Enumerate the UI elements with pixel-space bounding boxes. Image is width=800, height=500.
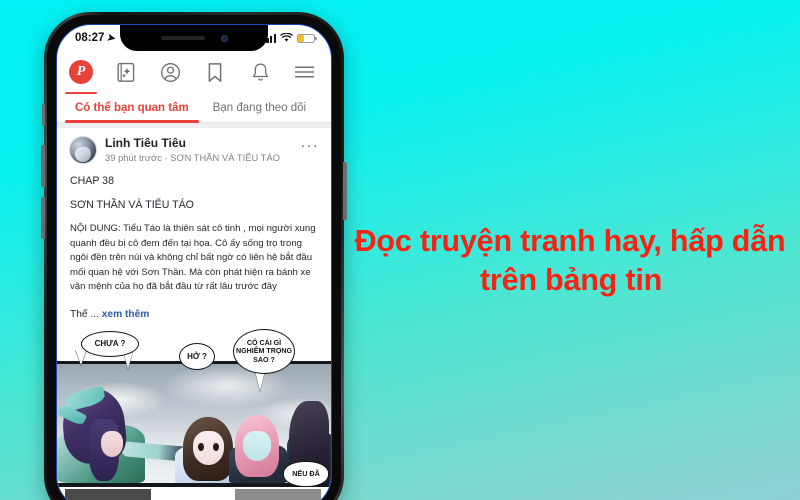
speech-bubble-1: CHƯA ?	[81, 330, 139, 357]
bookmark-icon[interactable]	[202, 59, 228, 85]
status-bar-left: 08:27 ➤	[75, 31, 117, 45]
tab-label: Bạn đang theo dõi	[212, 101, 307, 114]
menu-hamburger-icon[interactable]	[292, 59, 318, 85]
see-more-prefix: Thế ...	[70, 308, 99, 320]
phone-screen: 08:27 ➤ P Có thể bạn quan tâm Bạn đang t…	[56, 24, 332, 500]
post-meta: 39 phút trước · SƠN THẦN VÀ TIỂU TÁO	[105, 153, 281, 163]
profile-icon[interactable]	[158, 59, 184, 85]
speech-bubble-2: HỞ ?	[179, 342, 215, 370]
tab-ban-dang-theo-doi[interactable]: Bạn đang theo dõi	[201, 93, 318, 122]
tab-label: Có thể bạn quan tâm	[75, 101, 189, 114]
post-more-options-icon[interactable]: ···	[300, 136, 319, 153]
volume-down-button[interactable]	[41, 197, 45, 239]
volume-up-button[interactable]	[41, 145, 45, 187]
promo-headline-line-2: trên bảng tin	[479, 263, 663, 298]
post-body: CHAP 38 SƠN THẦN VÀ TIỂU TÁO NỘI DUNG: T…	[69, 175, 319, 320]
post-comic-image[interactable]: CHƯA ? HỞ ? CÓ CÁI GÌ NGHIÊM TRỌNG SAO ?…	[57, 328, 331, 500]
power-button[interactable]	[343, 162, 347, 220]
post-see-more: Thế ... xem thêm	[70, 309, 318, 320]
status-bar-right	[262, 33, 317, 43]
phone-mockup: 08:27 ➤ P Có thể bạn quan tâm Bạn đang t…	[41, 12, 347, 500]
post-title: SƠN THẦN VÀ TIỂU TÁO	[70, 199, 194, 211]
speech-tail-3	[255, 370, 265, 391]
post-author-block: Linh Tiêu Tiêu 39 phút trước · SƠN THẦN …	[105, 136, 292, 163]
comic-figure-3-face	[243, 430, 271, 461]
comic-strip-block-right	[235, 488, 321, 500]
speech-bubble-4: NẾU ĐÃ	[283, 460, 329, 487]
app-top-nav: P	[57, 51, 331, 95]
comic-strip-block-left	[65, 488, 151, 500]
notch	[120, 25, 268, 51]
earpiece-speaker-icon	[160, 36, 205, 40]
see-more-link[interactable]: xem thêm	[102, 309, 150, 320]
comic-figure-1-face	[101, 430, 123, 457]
battery-icon	[297, 33, 317, 43]
discover-book-icon[interactable]	[113, 59, 139, 85]
comic-figure-2-eye-left	[198, 442, 204, 451]
speech-bubble-3: CÓ CÁI GÌ NGHIÊM TRỌNG SAO ?	[233, 328, 295, 374]
promo-headline-line-1: Đọc truyện tranh hay, hấp dẫn	[354, 224, 786, 258]
notification-bell-icon[interactable]	[247, 59, 273, 85]
feed-tabs: Có thể bạn quan tâm Bạn đang theo dõi	[57, 93, 331, 123]
location-arrow-icon: ➤	[106, 31, 117, 45]
post-header: Linh Tiêu Tiêu 39 phút trước · SƠN THẦN …	[69, 136, 319, 164]
home-logo-icon[interactable]: P	[65, 59, 97, 95]
phone-bezel: 08:27 ➤ P Có thể bạn quan tâm Bạn đang t…	[47, 15, 341, 500]
wifi-icon	[280, 33, 293, 42]
comic-next-panel-strip	[57, 486, 331, 500]
status-bar-time: 08:27	[75, 32, 105, 44]
avatar[interactable]	[69, 136, 97, 164]
feed-post: Linh Tiêu Tiêu 39 phút trước · SƠN THẦN …	[57, 128, 331, 320]
post-author-name[interactable]: Linh Tiêu Tiêu	[105, 136, 292, 151]
promo-headline: Đọc truyện tranh hay, hấp dẫn trên bảng …	[345, 222, 797, 300]
post-chapter: CHAP 38	[70, 175, 114, 187]
post-description: NỘI DUNG: Tiểu Táo là thiên sát cô tinh …	[70, 223, 316, 293]
front-camera-icon	[220, 34, 228, 42]
comic-figure-2-eye-right	[213, 442, 219, 451]
tab-co-the-ban-quan-tam[interactable]: Có thể bạn quan tâm	[63, 93, 201, 123]
app-logo-letter: P	[69, 60, 93, 84]
silent-switch[interactable]	[42, 104, 45, 126]
poster-canvas: 08:27 ➤ P Có thể bạn quan tâm Bạn đang t…	[0, 0, 800, 500]
